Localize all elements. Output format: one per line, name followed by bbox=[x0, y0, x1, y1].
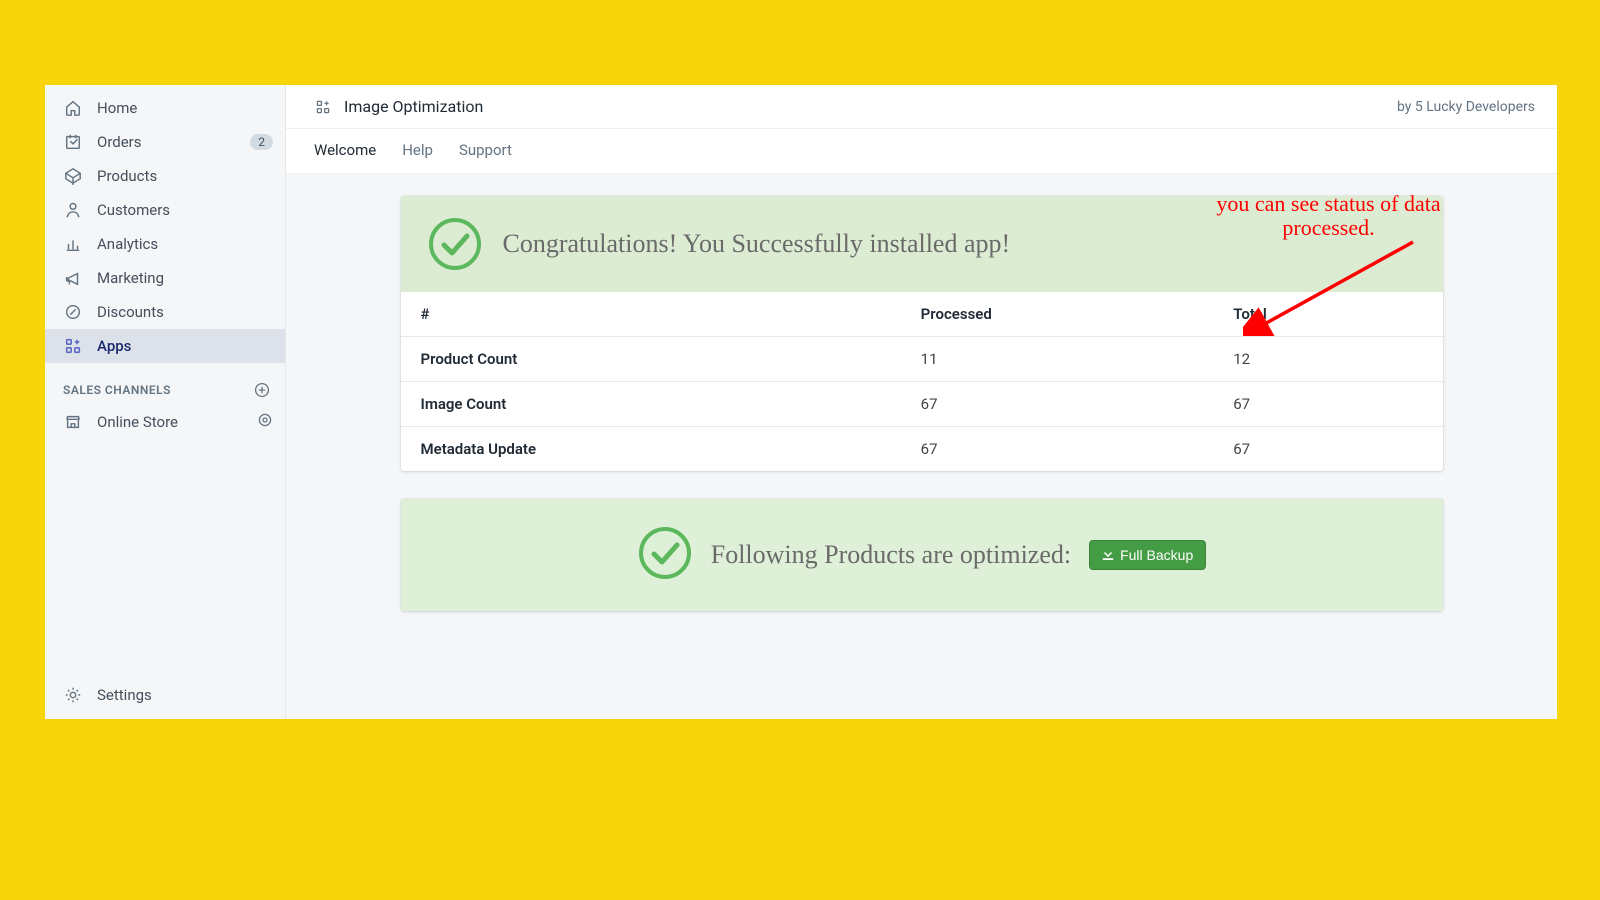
tab-help[interactable]: Help bbox=[402, 141, 433, 159]
analytics-icon bbox=[63, 234, 83, 254]
status-card: Congratulations! You Successfully instal… bbox=[401, 196, 1443, 471]
full-backup-button[interactable]: Full Backup bbox=[1089, 540, 1206, 570]
optimized-text: Following Products are optimized: bbox=[711, 540, 1071, 570]
sidebar-item-label: Apps bbox=[97, 337, 131, 355]
install-success-text: Congratulations! You Successfully instal… bbox=[503, 229, 1011, 259]
optimized-alert: Following Products are optimized: Full B… bbox=[401, 499, 1443, 611]
app-tabs: Welcome Help Support bbox=[286, 129, 1557, 174]
status-table: # Processed Total Product Count 11 12 Im… bbox=[401, 292, 1443, 471]
full-backup-label: Full Backup bbox=[1120, 547, 1193, 563]
apps-icon bbox=[63, 336, 83, 356]
app-byline: by 5 Lucky Developers bbox=[1397, 99, 1535, 115]
app-header: Image Optimization by 5 Lucky Developers bbox=[286, 85, 1557, 129]
sidebar-item-apps[interactable]: Apps bbox=[45, 329, 285, 363]
sidebar-item-customers[interactable]: Customers bbox=[45, 193, 285, 227]
col-processed: Processed bbox=[921, 305, 992, 323]
table-row: Image Count 67 67 bbox=[401, 382, 1443, 427]
install-success-alert: Congratulations! You Successfully instal… bbox=[401, 196, 1443, 292]
sidebar-item-label: Discounts bbox=[97, 303, 164, 321]
content: Congratulations! You Successfully instal… bbox=[286, 174, 1557, 719]
main: Image Optimization by 5 Lucky Developers… bbox=[285, 85, 1557, 719]
apps-icon bbox=[314, 98, 332, 116]
col-name: # bbox=[421, 305, 430, 323]
sidebar-item-home[interactable]: Home bbox=[45, 91, 285, 125]
sidebar-item-label: Products bbox=[97, 167, 157, 185]
sales-channels-header: SALES CHANNELS bbox=[45, 363, 285, 405]
sidebar-item-marketing[interactable]: Marketing bbox=[45, 261, 285, 295]
annotation-text: you can see status of data processed. bbox=[1179, 192, 1479, 240]
sidebar-item-label: Marketing bbox=[97, 269, 164, 287]
sidebar-item-online-store[interactable]: Online Store bbox=[45, 405, 285, 439]
col-total: Total bbox=[1233, 305, 1267, 323]
view-store-icon[interactable] bbox=[257, 412, 273, 432]
tab-support[interactable]: Support bbox=[459, 141, 512, 159]
app-title: Image Optimization bbox=[344, 97, 483, 116]
home-icon bbox=[63, 98, 83, 118]
table-row: Product Count 11 12 bbox=[401, 337, 1443, 382]
download-icon bbox=[1102, 547, 1114, 563]
discounts-icon bbox=[63, 302, 83, 322]
sidebar-item-analytics[interactable]: Analytics bbox=[45, 227, 285, 261]
optimized-card: Following Products are optimized: Full B… bbox=[401, 499, 1443, 611]
sidebar-item-label: Orders bbox=[97, 133, 142, 151]
check-icon bbox=[637, 525, 693, 585]
sidebar-item-label: Analytics bbox=[97, 235, 158, 253]
sidebar-item-label: Settings bbox=[97, 686, 152, 704]
sidebar-item-label: Customers bbox=[97, 201, 170, 219]
sidebar-item-orders[interactable]: Orders 2 bbox=[45, 125, 285, 159]
sidebar-item-discounts[interactable]: Discounts bbox=[45, 295, 285, 329]
sidebar-item-products[interactable]: Products bbox=[45, 159, 285, 193]
sidebar-item-label: Online Store bbox=[97, 413, 178, 431]
check-icon bbox=[427, 216, 483, 272]
table-row: Metadata Update 67 67 bbox=[401, 427, 1443, 472]
orders-icon bbox=[63, 132, 83, 152]
store-icon bbox=[63, 412, 83, 432]
settings-icon bbox=[63, 685, 83, 705]
orders-badge: 2 bbox=[250, 134, 273, 150]
add-channel-button[interactable] bbox=[253, 381, 271, 399]
sidebar-item-label: Home bbox=[97, 99, 137, 117]
sidebar: Home Orders 2 Products Customers Analy bbox=[45, 85, 285, 719]
customers-icon bbox=[63, 200, 83, 220]
sidebar-item-settings[interactable]: Settings bbox=[45, 678, 285, 719]
products-icon bbox=[63, 166, 83, 186]
marketing-icon bbox=[63, 268, 83, 288]
tab-welcome[interactable]: Welcome bbox=[314, 141, 376, 159]
